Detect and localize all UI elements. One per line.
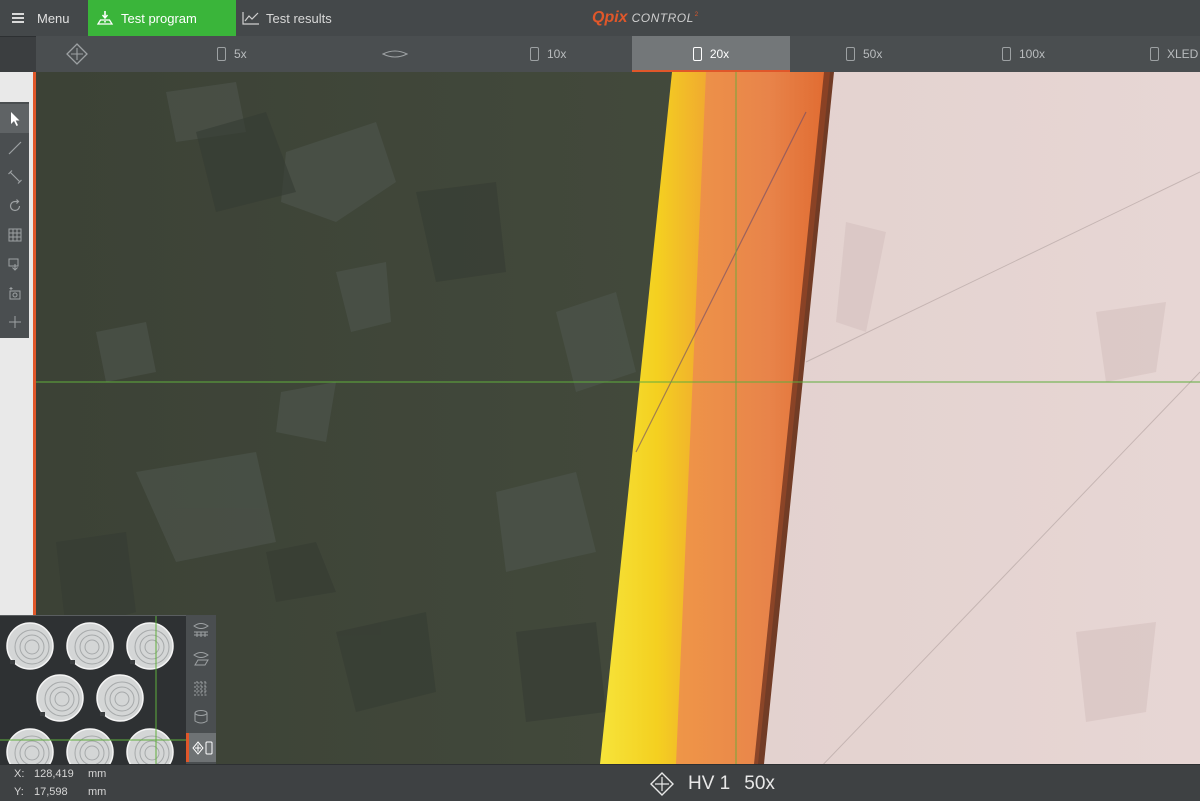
indenter-diamond-icon <box>650 772 674 796</box>
measurement-toolbar <box>0 102 29 338</box>
distance-icon <box>7 169 22 184</box>
plus-icon <box>8 315 21 328</box>
objective-icon <box>1150 47 1159 61</box>
grid-tool[interactable] <box>0 220 29 249</box>
menu-button[interactable]: Menu <box>0 0 88 36</box>
pointer-icon <box>10 111 19 126</box>
lens-icon <box>382 50 408 58</box>
specimen-disc[interactable] <box>66 728 114 776</box>
objective-icon <box>1002 47 1011 61</box>
overview-toolbar <box>186 615 216 764</box>
objective-xled[interactable]: XLED <box>1150 36 1200 72</box>
brand-logo: Q pix CONTROL 2 <box>592 9 699 26</box>
stack-icon <box>194 709 208 723</box>
stack-tool[interactable] <box>186 702 216 731</box>
objective-50x[interactable]: 50x <box>846 36 906 72</box>
y-value: 17,598 <box>34 786 68 798</box>
tab-test-program-label: Test program <box>121 10 197 26</box>
specimen-disc[interactable] <box>96 674 144 722</box>
layer-3d-icon <box>193 651 209 665</box>
indenter-diamond-icon <box>66 43 88 65</box>
objective-icon <box>692 47 702 61</box>
position-objective-tool[interactable] <box>186 733 216 762</box>
rotate-tool[interactable] <box>0 191 29 220</box>
specimen-disc[interactable] <box>6 728 54 776</box>
magnification-label: 50x <box>744 773 775 794</box>
grid-icon <box>8 228 21 241</box>
specimen-overview-image[interactable] <box>0 616 186 776</box>
line-icon <box>8 141 21 154</box>
status-bar: X: 128,419 mm Y: 17,598 mm <box>0 764 1200 801</box>
add-tool[interactable] <box>0 307 29 336</box>
indenter-position-button[interactable] <box>66 36 92 72</box>
distance-tool[interactable] <box>0 162 29 191</box>
objective-icon <box>217 47 226 61</box>
specimen-disc[interactable] <box>36 674 84 722</box>
image-download-tool[interactable] <box>0 249 29 278</box>
objective-bar: 5x 10x 20x 50x 100x XLED <box>36 36 1200 72</box>
indent-info[interactable]: HV 1 50x <box>650 770 775 798</box>
menu-label: Menu <box>37 10 70 26</box>
objective-icon <box>846 47 855 61</box>
rotate-icon <box>9 198 20 211</box>
specimen-overview-map[interactable] <box>0 615 187 776</box>
line-chart-icon <box>242 12 259 25</box>
camera-add-icon <box>9 286 20 299</box>
specimen-disc[interactable] <box>66 622 114 670</box>
objective-icon <box>530 47 539 61</box>
pattern-tool[interactable] <box>186 673 216 702</box>
hamburger-icon <box>12 13 24 23</box>
x-coordinate: X: 128,419 mm <box>14 768 107 780</box>
position-objective-icon <box>191 740 212 755</box>
camera-add-tool[interactable] <box>0 278 29 307</box>
hardness-tester-icon <box>96 11 114 25</box>
objective-20x[interactable]: 20x <box>632 36 790 72</box>
hardness-method-label: HV 1 <box>688 773 731 794</box>
x-value: 128,419 <box>34 768 74 780</box>
specimen-disc[interactable] <box>126 622 174 670</box>
pattern-icon <box>194 680 208 695</box>
y-coordinate: Y: 17,598 mm <box>14 786 107 798</box>
objective-100x[interactable]: 100x <box>1002 36 1072 72</box>
layer-visibility-tool[interactable] <box>186 615 216 644</box>
focus-lens-button[interactable] <box>382 36 408 72</box>
objective-5x[interactable]: 5x <box>217 36 277 72</box>
specimen-disc[interactable] <box>6 622 54 670</box>
pointer-tool[interactable] <box>0 104 29 133</box>
image-download-icon <box>8 258 18 271</box>
tab-test-results-label: Test results <box>266 10 332 26</box>
layer-3d-tool[interactable] <box>186 644 216 673</box>
tab-test-program[interactable]: Test program <box>88 0 236 36</box>
objective-10x[interactable]: 10x <box>530 36 600 72</box>
layer-eye-icon <box>193 622 209 637</box>
tab-test-results[interactable]: Test results <box>236 0 366 36</box>
specimen-disc[interactable] <box>126 728 174 776</box>
top-bar: Menu Test program Test results Q pix CON… <box>0 0 1200 37</box>
line-tool[interactable] <box>0 133 29 162</box>
